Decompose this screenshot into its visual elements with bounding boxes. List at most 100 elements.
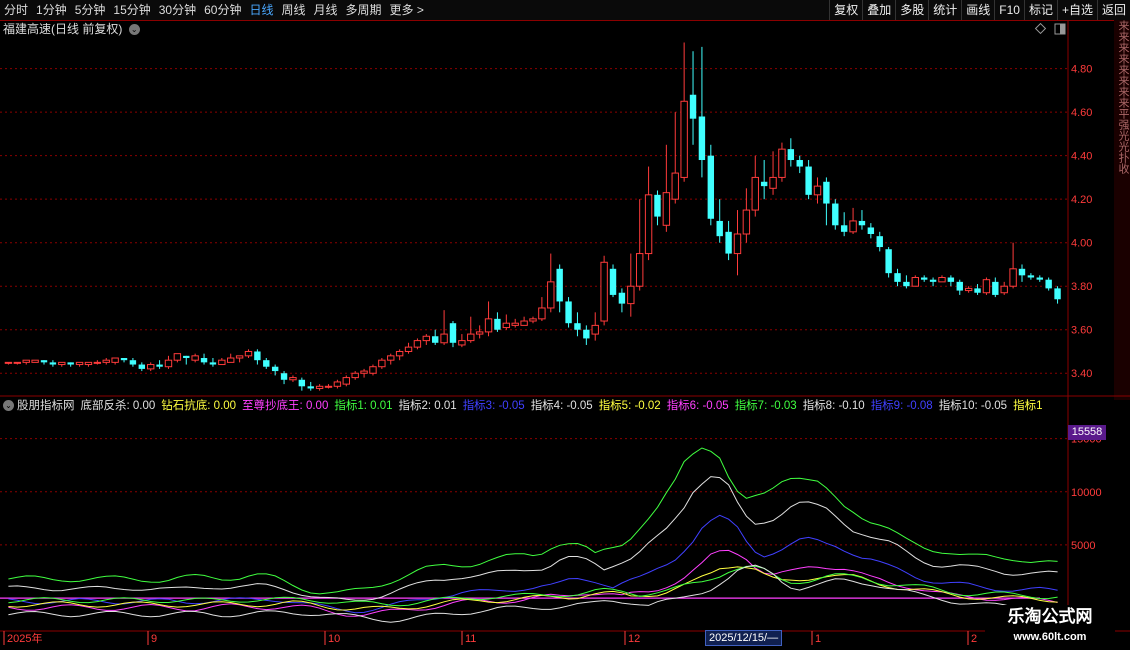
grid-lines [0, 20, 1130, 632]
candle-body [600, 261, 608, 322]
candle-body [992, 281, 999, 295]
candle-body [876, 236, 883, 248]
indicator-name: 股朋指标网 [17, 400, 75, 412]
indicator-values: 底部反杀: 0.00 钻石抗底: 0.00 至尊抄底王: 0.00 指标1: 0.01… [81, 400, 1049, 412]
candle-body [635, 253, 644, 287]
price-axis: 4.80 4.60 4.40 4.20 4.00 3.80 3.60 3.40 [1071, 64, 1092, 381]
candle-body [324, 385, 333, 388]
candle-body [1000, 285, 1008, 294]
candle-body [556, 268, 563, 302]
candle-body [698, 116, 706, 161]
chevron-down-icon[interactable]: ⌄ [3, 400, 14, 412]
candle-body [183, 355, 190, 359]
candle-body [164, 359, 173, 368]
candle-body [903, 281, 910, 287]
candle-body [467, 333, 475, 342]
candle-body [574, 323, 581, 330]
maximize-icon-fill [1060, 24, 1065, 34]
candle-body [609, 268, 617, 295]
candle-body [778, 148, 786, 178]
candle-body [840, 225, 848, 232]
indicator-line-3 [8, 549, 1058, 617]
price-tick-label: 4.00 [1071, 238, 1092, 250]
candle-body [1027, 275, 1035, 278]
candle-body [538, 307, 546, 320]
candle-body [93, 361, 102, 364]
candle-body [75, 361, 84, 366]
candle-body [813, 185, 822, 196]
candle-body [280, 373, 288, 380]
candle-body [583, 329, 590, 339]
indicator-value-0: 底部反杀: 0.00 [80, 400, 156, 412]
candle-body [529, 318, 537, 322]
indicator-value-10: 指标8: -0.10 [802, 400, 865, 412]
candle-body [1054, 288, 1061, 300]
candlestick-series [4, 42, 1061, 391]
current-value-badge: 15558 [1068, 425, 1106, 440]
candle-body [964, 287, 973, 292]
candle-body [413, 340, 422, 348]
date-tick-label: 12 [628, 633, 640, 645]
candle-body [440, 333, 448, 344]
candle-body [751, 176, 759, 211]
date-tick-label: 10 [328, 633, 340, 645]
candle-body [911, 277, 920, 287]
indicator-value-11: 指标9: -0.08 [870, 400, 933, 412]
indicator-value-2: 至尊抄底王: 0.00 [242, 400, 329, 412]
candle-body [111, 357, 119, 363]
candle-body [298, 379, 306, 387]
candle-body [422, 335, 431, 342]
price-tick-label: 3.80 [1071, 281, 1092, 293]
candle-body [342, 377, 350, 385]
date-tick-label: 2025年 [7, 631, 42, 645]
candle-body [742, 209, 751, 235]
date-tick-label: 2 [971, 633, 977, 645]
pane-icons [1034, 22, 1066, 35]
candle-body [200, 358, 208, 363]
candle-body [929, 279, 937, 282]
candle-body [1045, 279, 1052, 289]
candle-body [867, 227, 875, 234]
indicator-value-4: 指标2: 0.01 [398, 400, 457, 412]
watermark: 乐淘公式网 www.60lt.com [985, 605, 1115, 650]
price-tick-label: 4.20 [1071, 194, 1092, 206]
candle-body [725, 231, 732, 254]
indicator-value-9: 指标7: -0.03 [734, 400, 797, 412]
candle-body [654, 194, 661, 217]
candle-body [894, 273, 901, 282]
price-tick-label: 4.80 [1071, 64, 1092, 76]
candle-body [218, 359, 226, 366]
date-tick-label: 1 [815, 633, 821, 645]
candle-body [644, 194, 653, 255]
candle-body [271, 366, 279, 372]
chart-canvas: 4.80 4.60 4.40 4.20 4.00 3.80 3.60 3.40 1 5000 10… [0, 20, 1130, 645]
candle-body [67, 362, 74, 365]
candle-body [13, 361, 22, 364]
indicator-value-6: 指标4: -0.05 [530, 400, 593, 412]
candle-body [449, 323, 457, 343]
candle-body [138, 364, 146, 369]
candle-body [849, 220, 857, 233]
candle-body [378, 359, 386, 368]
indicator-value-1: 钻石抗底: 0.00 [161, 400, 237, 412]
candle-body [787, 149, 795, 161]
candle-body [627, 285, 635, 305]
diamond-icon[interactable] [1034, 22, 1047, 35]
candle-body [129, 360, 137, 365]
candle-body [475, 331, 484, 335]
candle-body [235, 355, 244, 359]
candle-body [49, 362, 57, 365]
candle-body [1018, 268, 1026, 276]
candle-body [4, 361, 13, 364]
candle-body [315, 385, 324, 389]
indicator-value-5: 指标3: -0.05 [462, 400, 525, 412]
candle-body [458, 340, 466, 346]
price-tick-label: 3.60 [1071, 325, 1092, 337]
candle-body [1009, 268, 1017, 287]
candle-body [307, 386, 314, 389]
candle-body [547, 281, 555, 309]
candle-body [956, 281, 963, 291]
candle-body [769, 176, 777, 189]
price-tick-label: 3.40 [1071, 368, 1092, 380]
indicator-value-3: 指标1: 0.01 [334, 400, 393, 412]
